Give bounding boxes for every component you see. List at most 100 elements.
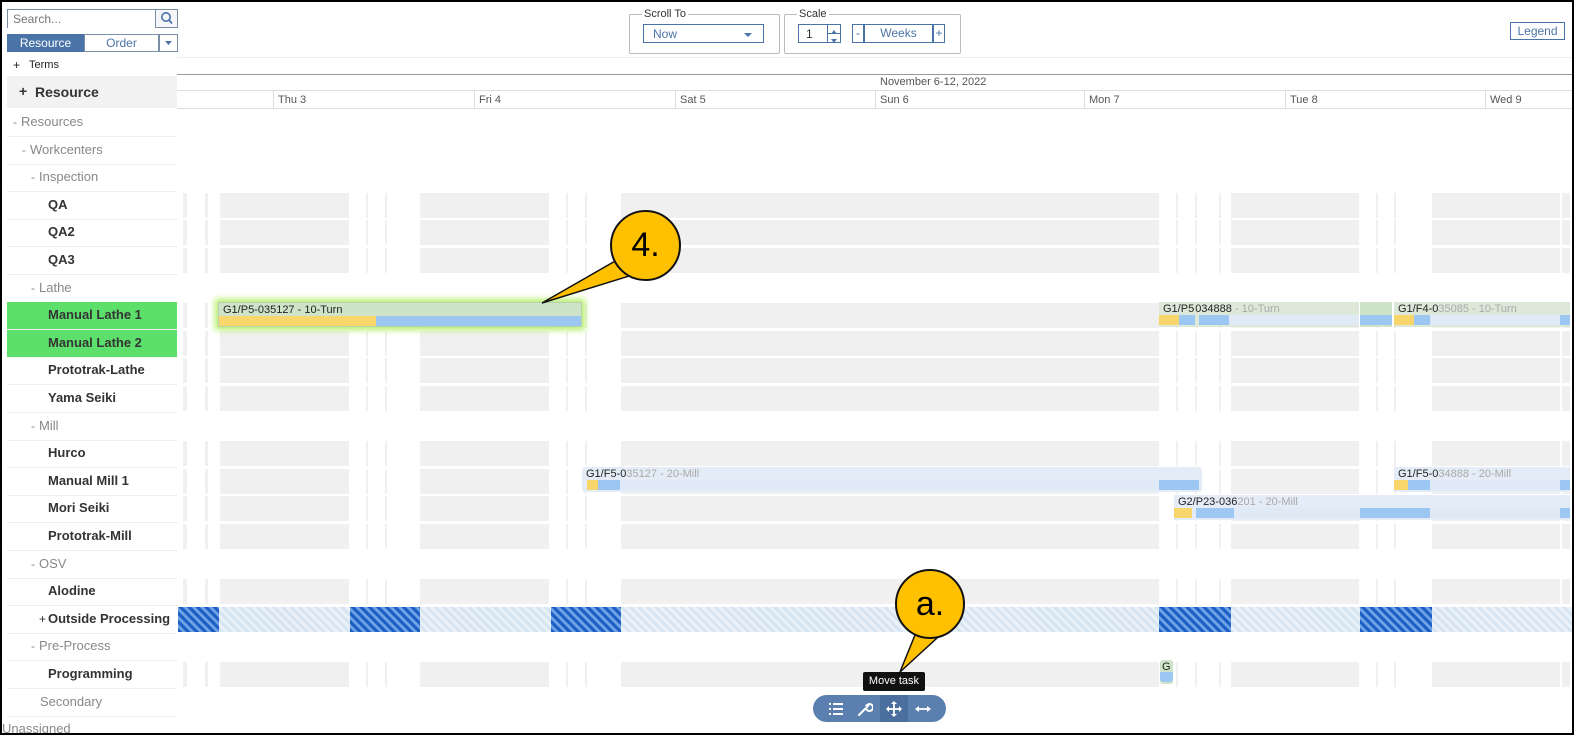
tree-item[interactable]: - Lathe: [7, 275, 177, 303]
resource-column-header[interactable]: + Resource: [7, 76, 177, 108]
task-bar[interactable]: G1/F4-035085 - 10-Turn: [1394, 302, 1570, 327]
offshift-block: [366, 248, 368, 273]
terms-toggle[interactable]: + Terms: [7, 58, 177, 74]
offshift-block: [420, 330, 549, 356]
collapse-icon[interactable]: -: [13, 109, 17, 135]
offshift-block: [1376, 468, 1378, 494]
collapse-icon[interactable]: -: [31, 633, 35, 659]
tree-item[interactable]: QA2: [7, 219, 177, 248]
tree-item[interactable]: Prototrak-Lathe: [7, 357, 177, 386]
scroll-to-select[interactable]: Now: [643, 24, 764, 43]
offshift-block: [385, 386, 387, 411]
offshift-block: [205, 662, 208, 687]
collapse-icon[interactable]: -: [31, 275, 35, 301]
offshift-block: [1176, 524, 1178, 549]
tree-item-label: Manual Lathe 1: [48, 307, 142, 323]
terms-label: Terms: [29, 59, 59, 71]
legend-button[interactable]: Legend: [1510, 22, 1565, 40]
task-bar[interactable]: G: [1160, 660, 1173, 684]
tree-item[interactable]: Programming: [7, 661, 177, 689]
offshift-block: [1176, 662, 1178, 687]
tree-item[interactable]: Hurco: [7, 440, 177, 469]
offshift-block: [183, 662, 187, 687]
tree-item[interactable]: Secondary: [7, 689, 177, 717]
task-bar[interactable]: [1360, 302, 1392, 327]
task-progress-pending: [1430, 480, 1560, 490]
view-dropdown-button[interactable]: [159, 34, 178, 52]
offshift-block: [1219, 192, 1221, 218]
tree-item[interactable]: - Mill: [7, 413, 177, 441]
tree-item[interactable]: - Inspection: [7, 164, 177, 193]
scale-increase-button[interactable]: +: [933, 24, 945, 43]
move-task-button[interactable]: [880, 695, 908, 722]
header-bottom-divider: [177, 108, 1572, 109]
edit-button[interactable]: [851, 695, 879, 722]
offshift-block: [1195, 248, 1197, 273]
day-label: Thu 3: [278, 94, 307, 106]
tree-item[interactable]: - Pre-Process: [7, 633, 177, 662]
tab-order[interactable]: Order: [84, 34, 159, 52]
search-input[interactable]: [8, 10, 158, 28]
offshift-block: [385, 579, 387, 605]
task-bar[interactable]: G1/F5-034888 - 20-Mill: [1394, 467, 1570, 492]
search-button[interactable]: [155, 9, 178, 28]
scale-unit-select[interactable]: Weeks: [864, 24, 933, 43]
tree-item[interactable]: Unassigned: [2, 716, 177, 733]
tree-item[interactable]: QA: [7, 192, 177, 220]
offshift-block: [1432, 441, 1560, 467]
task-label: G1/F5-034888 - 20-Mill: [1398, 468, 1512, 480]
spinner-up-button[interactable]: [827, 25, 840, 34]
offshift-block: [621, 524, 1159, 549]
day-divider: [273, 90, 274, 108]
offshift-block: [1176, 330, 1178, 356]
task-bar[interactable]: G2/P23-036201 - 20-Mill: [1174, 495, 1570, 520]
tree-item[interactable]: Manual Lathe 1: [7, 302, 177, 331]
tree-item[interactable]: QA3: [7, 247, 177, 275]
collapse-icon[interactable]: -: [31, 551, 35, 577]
offshift-block: [205, 579, 208, 605]
tree-item[interactable]: Alodine: [7, 578, 177, 607]
collapse-icon[interactable]: -: [22, 137, 26, 163]
offshift-block: [585, 441, 587, 467]
offshift-block: [1176, 358, 1178, 384]
tree-item[interactable]: Manual Lathe 2: [7, 329, 177, 358]
resize-task-button[interactable]: [909, 695, 937, 722]
list-button[interactable]: [822, 695, 850, 722]
task-bar[interactable]: G1/F5-035127 - 20-Mill: [582, 467, 1202, 492]
offshift-block: [220, 220, 349, 246]
offshift-block: [1432, 662, 1560, 687]
tree-item[interactable]: Yama Seiki: [7, 385, 177, 413]
scale-number-input[interactable]: 1: [798, 24, 841, 43]
task-bar[interactable]: G1/P5034888 - 10-Turn: [1159, 302, 1359, 327]
task-action-toolbar: [813, 695, 946, 722]
task-bar-selected[interactable]: G1/P5-035127 - 10-Turn: [218, 302, 582, 327]
offshift-block: [1195, 524, 1197, 549]
offshift-block: [220, 579, 349, 605]
task-progress-run: [1179, 315, 1195, 325]
tree-item[interactable]: Manual Mill 1: [7, 468, 177, 496]
tree-item[interactable]: + Outside Processing: [7, 606, 177, 634]
scale-decrease-button[interactable]: -: [852, 24, 864, 43]
offshift-block: [205, 441, 208, 467]
collapse-icon[interactable]: -: [31, 164, 35, 190]
tree-item[interactable]: - Workcenters: [7, 137, 177, 165]
offshift-block: [205, 330, 208, 356]
offshift-block: [366, 496, 368, 522]
search-field[interactable]: [7, 9, 158, 28]
tree-item[interactable]: Mori Seiki: [7, 495, 177, 524]
tree-item[interactable]: - OSV: [7, 551, 177, 579]
spinner-down-button[interactable]: [827, 34, 840, 43]
tree-item[interactable]: Prototrak-Mill: [7, 523, 177, 551]
offshift-block: [366, 330, 368, 356]
outside-processing-block: [1159, 606, 1231, 632]
offshift-block: [585, 330, 587, 356]
scroll-to-label: Scroll To: [642, 8, 688, 20]
offshift-block: [621, 303, 1159, 329]
collapse-icon[interactable]: -: [31, 413, 35, 439]
day-label: Sun 6: [880, 94, 909, 106]
offshift-block: [566, 441, 568, 467]
expand-icon[interactable]: +: [39, 606, 46, 632]
tree-item[interactable]: - Resources: [7, 109, 177, 137]
tab-resource[interactable]: Resource: [7, 34, 84, 52]
task-progress-setup: [1159, 315, 1179, 325]
